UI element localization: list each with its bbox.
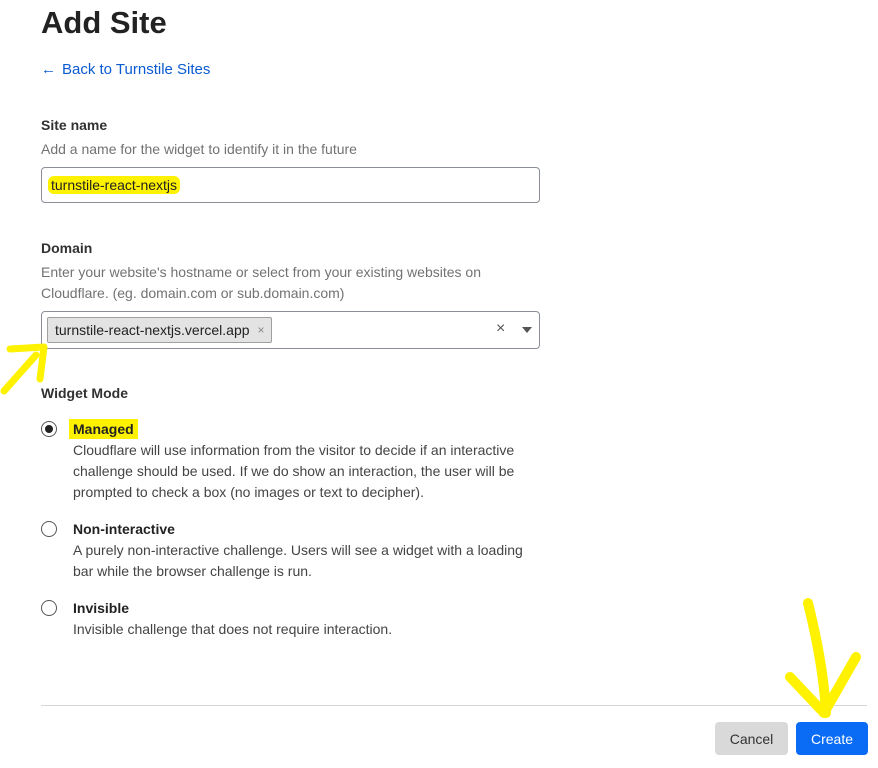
widget-mode-label: Widget Mode: [41, 385, 128, 401]
site-name-label: Site name: [41, 117, 108, 133]
option-description: Cloudflare will use information from the…: [73, 442, 515, 500]
radio-non-interactive[interactable]: [41, 521, 57, 537]
option-title: Managed: [69, 419, 138, 439]
arrow-left-icon: ←: [41, 61, 56, 78]
site-name-input[interactable]: turnstile-react-nextjs: [41, 167, 540, 203]
domain-help: Enter your website's hostname or select …: [41, 264, 481, 301]
clear-icon[interactable]: ×: [496, 320, 505, 338]
domain-chip-label: turnstile-react-nextjs.vercel.app: [55, 322, 250, 338]
option-title: Non-interactive: [73, 521, 175, 537]
create-button[interactable]: Create: [796, 722, 868, 755]
chip-remove-icon[interactable]: ×: [258, 323, 265, 337]
page-title: Add Site: [41, 5, 167, 40]
chevron-down-icon[interactable]: [522, 327, 532, 333]
site-name-value: turnstile-react-nextjs: [48, 176, 181, 194]
footer-divider: [41, 705, 867, 706]
domain-label: Domain: [41, 240, 93, 256]
cancel-button[interactable]: Cancel: [715, 722, 788, 755]
option-description: A purely non-interactive challenge. User…: [73, 542, 523, 579]
domain-chip: turnstile-react-nextjs.vercel.app ×: [47, 317, 272, 343]
back-link-label: Back to Turnstile Sites: [62, 61, 211, 78]
option-title: Invisible: [73, 600, 130, 616]
domain-select[interactable]: turnstile-react-nextjs.vercel.app × ×: [41, 311, 540, 349]
radio-managed[interactable]: [41, 421, 57, 437]
option-description: Invisible challenge that does not requir…: [73, 621, 393, 637]
site-name-help: Add a name for the widget to identify it…: [41, 141, 357, 157]
radio-invisible[interactable]: [41, 600, 57, 616]
back-to-turnstile-sites-link[interactable]: ← Back to Turnstile Sites: [41, 60, 210, 80]
